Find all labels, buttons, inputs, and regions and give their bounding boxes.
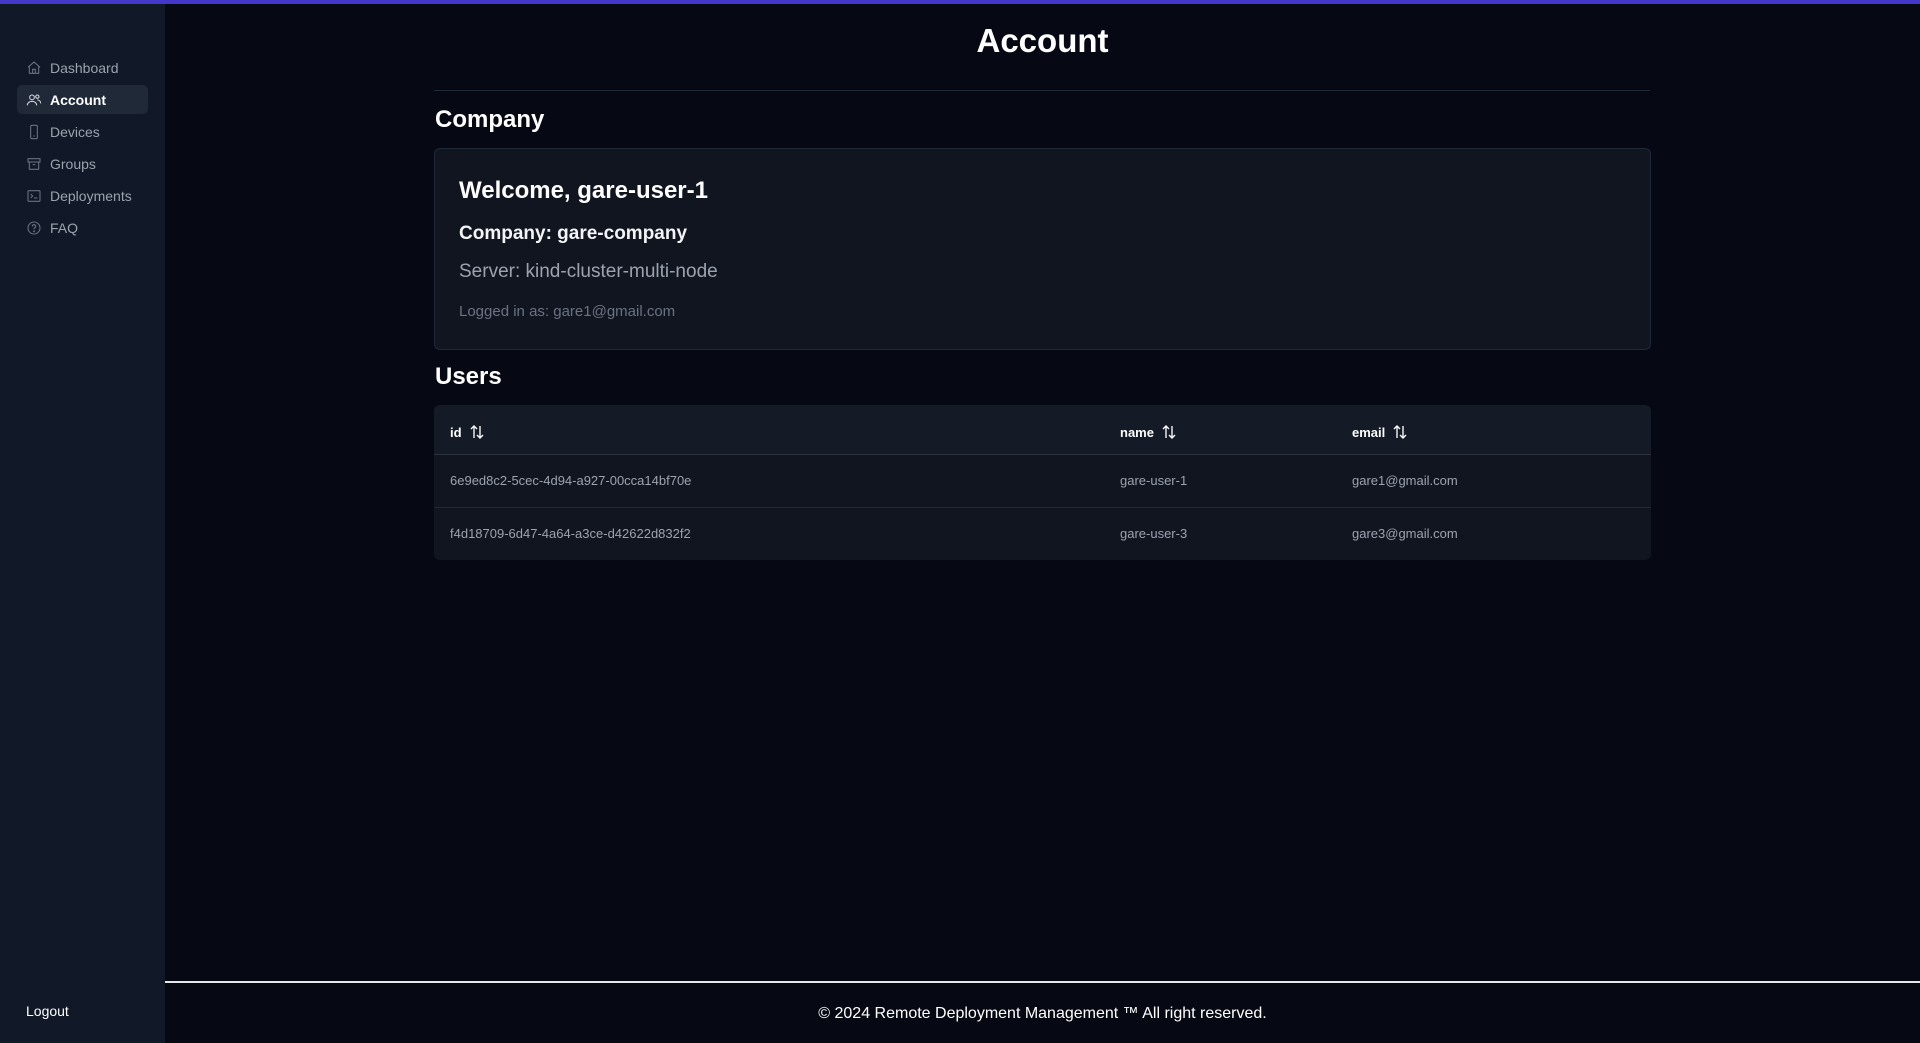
home-icon bbox=[26, 60, 42, 76]
cell-name: gare-user-1 bbox=[1120, 473, 1188, 488]
table-header: id name email bbox=[434, 405, 1651, 455]
sidebar-nav: Dashboard Account Devices Groups Deploym… bbox=[17, 53, 148, 245]
sidebar-item-groups[interactable]: Groups bbox=[17, 149, 148, 178]
cell-email: gare1@gmail.com bbox=[1352, 473, 1458, 488]
sidebar-item-deployments[interactable]: Deployments bbox=[17, 181, 148, 210]
sidebar-item-label: Groups bbox=[50, 155, 96, 172]
footer-divider bbox=[165, 981, 1920, 983]
cell-name: gare-user-3 bbox=[1120, 526, 1188, 541]
table-row[interactable]: f4d18709-6d47-4a64-a3ce-d42622d832f2 gar… bbox=[434, 508, 1651, 560]
column-header-label: id bbox=[450, 424, 462, 440]
column-header-label: email bbox=[1352, 424, 1386, 440]
company-name: Company: gare-company bbox=[459, 223, 688, 244]
sidebar-item-label: Deployments bbox=[50, 187, 132, 204]
column-header-email[interactable]: email bbox=[1352, 423, 1409, 441]
sidebar: Dashboard Account Devices Groups Deploym… bbox=[0, 4, 165, 1043]
users-icon bbox=[26, 92, 42, 108]
archive-icon bbox=[26, 156, 42, 172]
sort-icon bbox=[1162, 425, 1176, 439]
question-icon bbox=[26, 220, 42, 236]
footer-text: © 2024 Remote Deployment Management ™ Al… bbox=[818, 1005, 1267, 1022]
cell-id: f4d18709-6d47-4a64-a3ce-d42622d832f2 bbox=[450, 526, 691, 541]
logout-button[interactable]: Logout bbox=[26, 1003, 69, 1019]
cell-id: 6e9ed8c2-5cec-4d94-a927-00cca14bf70e bbox=[450, 473, 692, 488]
server-name: Server: kind-cluster-multi-node bbox=[459, 261, 718, 282]
sidebar-item-label: FAQ bbox=[50, 219, 79, 236]
sort-icon bbox=[1393, 425, 1407, 439]
company-card: Welcome, gare-user-1 Company: gare-compa… bbox=[434, 148, 1651, 350]
table-row[interactable]: 6e9ed8c2-5cec-4d94-a927-00cca14bf70e gar… bbox=[434, 455, 1651, 508]
users-table: id name email 6e9ed8c2-5cec-4d94-a927-00… bbox=[434, 405, 1651, 560]
logged-in-as: Logged in as: gare1@gmail.com bbox=[459, 303, 676, 320]
users-section-title: Users bbox=[435, 363, 502, 390]
title-divider bbox=[434, 90, 1650, 91]
sidebar-item-account[interactable]: Account bbox=[17, 85, 148, 114]
sidebar-item-label: Devices bbox=[50, 123, 100, 140]
column-header-label: name bbox=[1120, 424, 1154, 440]
sidebar-item-label: Account bbox=[50, 91, 106, 108]
sidebar-item-label: Dashboard bbox=[50, 59, 119, 76]
main-content: Account Company Welcome, gare-user-1 Com… bbox=[165, 4, 1920, 1043]
company-section-title: Company bbox=[435, 106, 545, 133]
page-title: Account bbox=[976, 22, 1109, 59]
welcome-text: Welcome, gare-user-1 bbox=[459, 177, 708, 204]
sidebar-item-devices[interactable]: Devices bbox=[17, 117, 148, 146]
column-header-id[interactable]: id bbox=[450, 423, 486, 441]
cell-email: gare3@gmail.com bbox=[1352, 526, 1458, 541]
column-header-name[interactable]: name bbox=[1120, 423, 1178, 441]
sidebar-item-dashboard[interactable]: Dashboard bbox=[17, 53, 148, 82]
device-icon bbox=[26, 124, 42, 140]
sort-icon bbox=[470, 425, 484, 439]
sidebar-item-faq[interactable]: FAQ bbox=[17, 213, 148, 242]
terminal-icon bbox=[26, 188, 42, 204]
